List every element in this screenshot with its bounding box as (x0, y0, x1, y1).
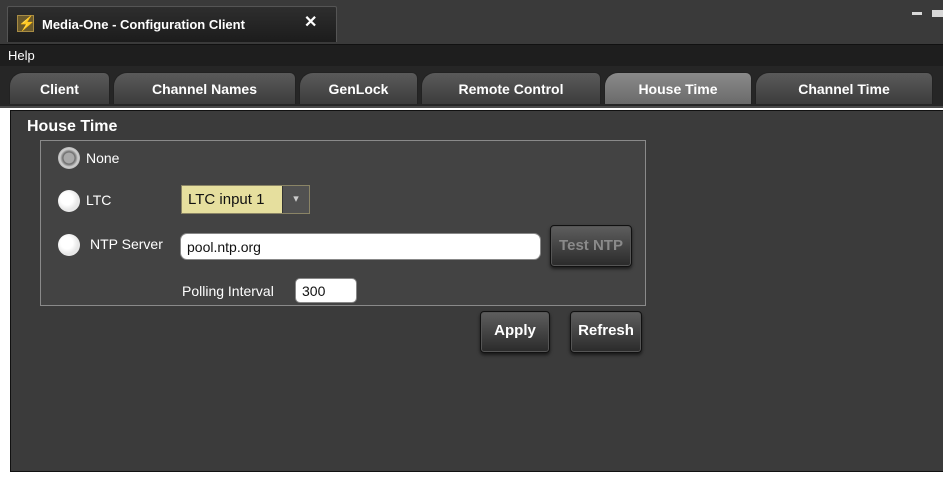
tab-remote-control[interactable]: Remote Control (421, 72, 601, 104)
group-title: House Time (27, 118, 118, 135)
tab-strip: Client Channel Names GenLock Remote Cont… (0, 66, 943, 108)
tab-house-time[interactable]: House Time (604, 72, 752, 104)
polling-interval-input[interactable] (295, 278, 357, 303)
window-title: Media-One - Configuration Client (42, 17, 245, 32)
minimize-icon[interactable] (912, 12, 922, 15)
chevron-down-icon: ▾ (282, 186, 309, 213)
refresh-button[interactable]: Refresh (570, 311, 642, 353)
title-bar: ⚡ Media-One - Configuration Client ✕ (0, 0, 943, 44)
tab-client[interactable]: Client (9, 72, 110, 104)
radio-none-label: None (86, 150, 120, 166)
radio-ltc-label: LTC (86, 192, 112, 208)
ltc-input-selected: LTC input 1 (188, 191, 265, 208)
radio-ntp-label: NTP Server (90, 236, 163, 252)
close-icon[interactable]: ✕ (304, 15, 317, 31)
tab-channel-time[interactable]: Channel Time (755, 72, 933, 104)
polling-interval-label: Polling Interval (182, 283, 274, 299)
lightning-bolt-icon: ⚡ (17, 15, 36, 32)
ltc-input-dropdown[interactable]: LTC input 1 ▾ (181, 185, 310, 214)
menu-help[interactable]: Help (8, 48, 35, 63)
ntp-server-input[interactable] (180, 233, 541, 260)
window-title-tab[interactable]: ⚡ Media-One - Configuration Client ✕ (7, 6, 337, 42)
tab-channel-names[interactable]: Channel Names (113, 72, 296, 104)
test-ntp-button[interactable]: Test NTP (550, 225, 632, 267)
menu-bar: Help (0, 44, 943, 66)
restore-icon[interactable] (932, 10, 943, 17)
radio-ntp[interactable] (58, 234, 80, 256)
radio-none[interactable] (58, 147, 80, 169)
apply-button[interactable]: Apply (480, 311, 550, 353)
tab-genlock[interactable]: GenLock (299, 72, 418, 104)
radio-ltc[interactable] (58, 190, 80, 212)
